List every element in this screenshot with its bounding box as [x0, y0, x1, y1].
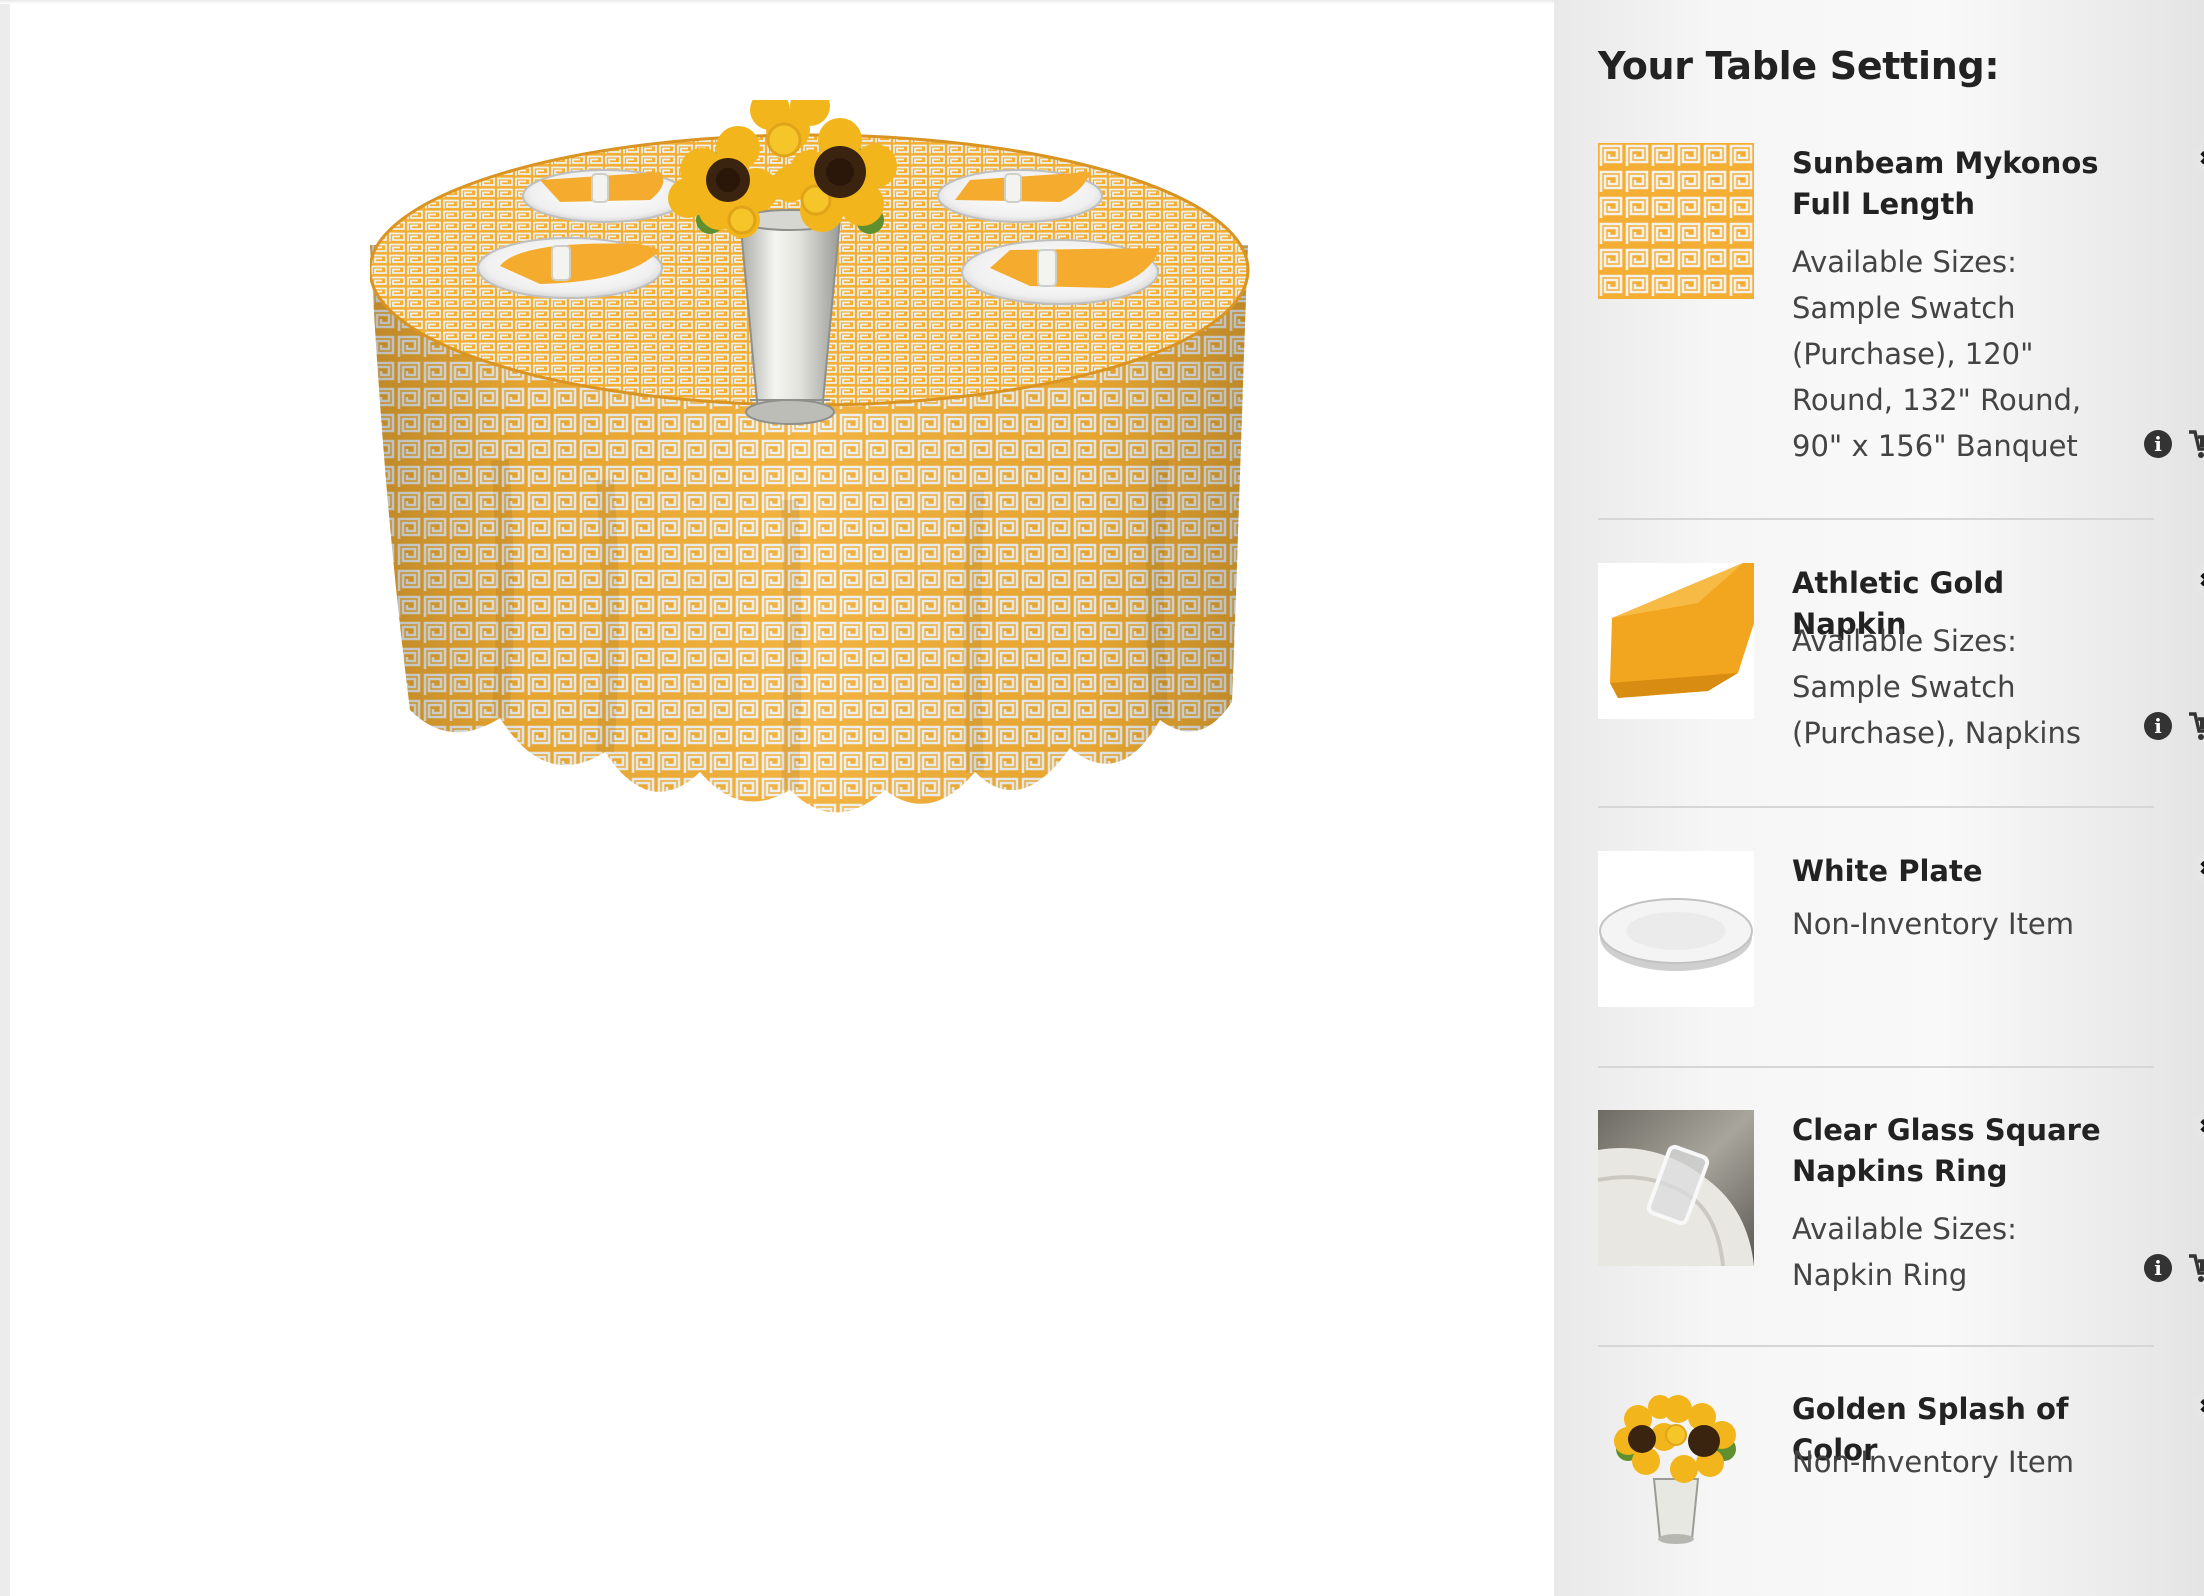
sidebar-title: Your Table Setting:: [1598, 44, 2000, 88]
remove-item-button[interactable]: ✖: [2192, 1111, 2204, 1141]
place-setting-front-left: [477, 237, 663, 299]
available-sizes: Available Sizes: Napkin Ring: [1792, 1206, 2092, 1298]
available-sizes-label: Available Sizes:: [1792, 624, 2017, 658]
table-preview-stage: [10, 0, 1554, 1596]
non-inventory-label: Non-Inventory Item: [1792, 907, 2075, 941]
mykonos-pattern-swatch-icon[interactable]: [1598, 143, 1754, 299]
white-plate-icon[interactable]: [1598, 851, 1754, 1007]
place-setting-back-right: [937, 169, 1103, 223]
available-sizes-value: Sample Swatch (Purchase), Napkins: [1792, 670, 2081, 750]
item-divider: [1598, 1345, 2154, 1347]
remove-item-button[interactable]: ✖: [2192, 143, 2204, 173]
item-name[interactable]: Sunbeam Mykonos Full Length: [1792, 143, 2112, 225]
remove-item-button[interactable]: ✖: [2192, 565, 2204, 595]
page-top-edge: [0, 0, 1554, 4]
available-sizes-label: Available Sizes:: [1792, 245, 2017, 279]
table-setting-sidebar: Your Table Setting: Sunbeam Mykonos Full…: [1554, 0, 2204, 1596]
info-icon[interactable]: i: [2144, 712, 2172, 740]
table-setting-page: Your Table Setting: Sunbeam Mykonos Full…: [0, 0, 2204, 1596]
table-preview-illustration: [368, 86, 1250, 813]
add-to-cart-icon[interactable]: [2188, 429, 2204, 459]
item-name[interactable]: Clear Glass Square Napkins Ring: [1792, 1110, 2112, 1192]
sunflower-bouquet-icon[interactable]: [1598, 1389, 1754, 1545]
table-setting-preview: [368, 86, 1250, 1000]
available-sizes: Available Sizes: Sample Swatch (Purchase…: [1792, 239, 2092, 469]
add-to-cart-icon[interactable]: [2188, 711, 2204, 741]
non-inventory-label: Non-Inventory Item: [1792, 1445, 2075, 1479]
gold-napkin-icon[interactable]: [1598, 563, 1754, 719]
place-setting-back-left: [522, 169, 688, 223]
remove-item-button[interactable]: ✖: [2192, 853, 2204, 883]
page-left-edge: [0, 0, 10, 1596]
item-divider: [1598, 806, 2154, 808]
item-divider: [1598, 1066, 2154, 1068]
info-icon[interactable]: i: [2144, 1254, 2172, 1282]
item-divider: [1598, 518, 2154, 520]
available-sizes-value: Sample Swatch (Purchase), 120" Round, 13…: [1792, 291, 2082, 463]
item-name[interactable]: White Plate: [1792, 851, 2112, 892]
place-setting-front-right: [961, 239, 1160, 305]
remove-item-button[interactable]: ✖: [2192, 1391, 2204, 1421]
add-to-cart-icon[interactable]: [2188, 1253, 2204, 1283]
available-sizes: Available Sizes: Sample Swatch (Purchase…: [1792, 618, 2092, 756]
glass-napkin-ring-icon[interactable]: [1598, 1110, 1754, 1266]
available-sizes-value: Napkin Ring: [1792, 1258, 1968, 1292]
available-sizes-label: Available Sizes:: [1792, 1212, 2017, 1246]
info-icon[interactable]: i: [2144, 430, 2172, 458]
